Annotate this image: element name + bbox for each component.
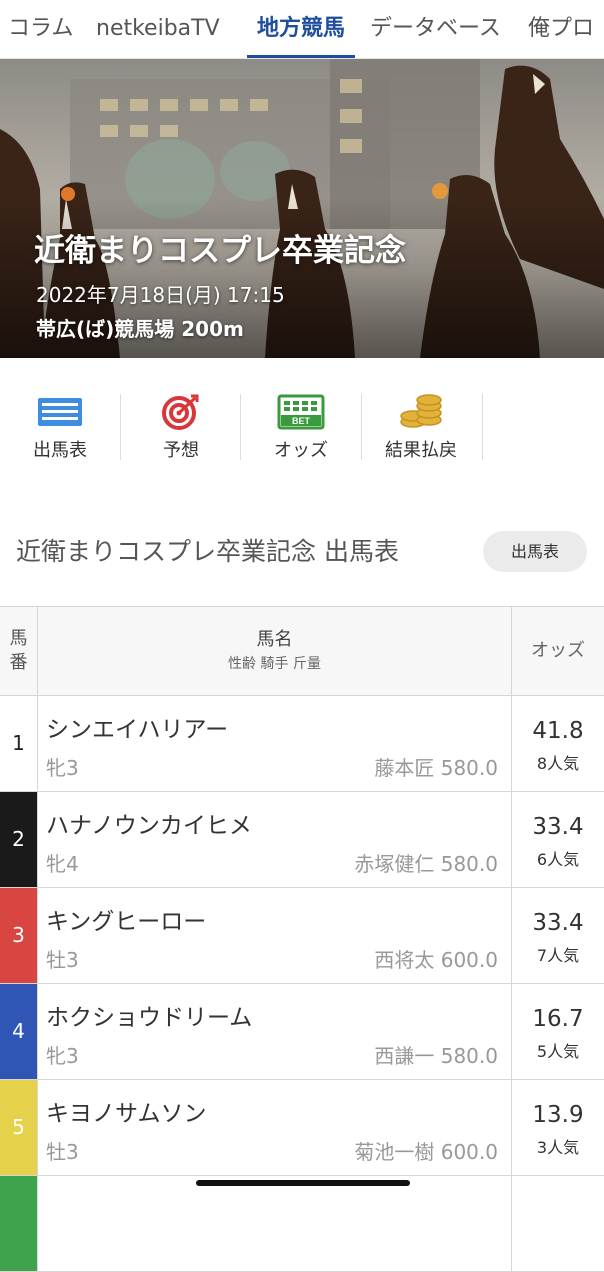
menu-prediction-label: 予想 [163,440,199,461]
table-row[interactable]: 2 ハナノウンカイヒメ牝4 赤塚健仁 580.0 33.4 6人気 [0,792,604,888]
table-header: 馬 番 馬名 性齢 騎手 斤量 オッズ [0,607,604,696]
odds-value: 33.4 [532,910,584,936]
horse-number: 4 [0,984,38,1079]
tab-ore-pro[interactable]: 俺プロ [528,0,594,58]
header-number: 馬 番 [0,607,38,695]
horse-number: 2 [0,792,38,887]
menu-divider [482,394,483,460]
race-venue: 帯広(ば)競馬場 200m [36,317,244,341]
menu-odds[interactable]: BET オッズ [241,390,361,462]
jockey-weight: 藤本匠 580.0 [374,756,498,780]
tab-netkeiba-tv[interactable]: netkeibaTV [96,0,220,58]
horse-name[interactable]: キングヒーロー [46,902,206,936]
jockey-weight: 西将太 600.0 [374,948,498,972]
popularity-rank: 6人気 [536,850,580,869]
popularity-rank: 7人気 [536,946,580,965]
header-number-top: 馬 [9,628,28,649]
odds-value: 13.9 [532,1102,584,1128]
tab-column[interactable]: コラム [8,0,73,58]
entry-table-icon [38,398,82,426]
table-row[interactable]: 4 ホクショウドリーム牝3 西謙一 580.0 16.7 5人気 [0,984,604,1080]
horse-name[interactable]: ハナノウンカイヒメ [46,806,252,840]
jockey-weight: 西謙一 580.0 [374,1044,498,1068]
table-row[interactable] [0,1176,604,1272]
header-odds: オッズ [531,640,585,661]
header-horse-sub: 性齢 騎手 斤量 [228,656,321,672]
home-indicator [196,1180,410,1186]
odds-value: 41.8 [532,718,584,744]
horse-sex-age: 牝4 [46,852,79,876]
popularity-rank: 8人気 [536,754,580,773]
svg-text:BET: BET [292,416,311,426]
column-divider [511,1176,512,1271]
coins-icon [400,394,442,428]
header-horse-name: 馬名 [256,629,293,650]
menu-entry-table-label: 出馬表 [33,440,87,461]
header-horse: 馬名 性齢 騎手 斤量 [38,607,512,695]
horse-number [0,1176,38,1271]
race-datetime: 2022年7月18日(月) 17:15 [36,283,285,307]
menu-odds-label: オッズ [274,440,328,461]
horse-number: 5 [0,1080,38,1175]
popularity-rank: 3人気 [536,1138,580,1157]
menu-results-label: 結果払戻 [385,440,457,461]
tab-local-racing[interactable]: 地方競馬 [246,0,356,58]
menu-prediction[interactable]: 予想 [121,390,241,462]
odds-value: 16.7 [532,1006,584,1032]
race-hero-banner: 近衛まりコスプレ卒業記念 2022年7月18日(月) 17:15 帯広(ば)競馬… [0,59,604,358]
entry-table: 馬 番 馬名 性齢 騎手 斤量 オッズ 1 シンエイハリアー牝3 藤本匠 580.0… [0,606,604,1272]
entry-table-button[interactable]: 出馬表 [483,531,587,572]
menu-results[interactable]: 結果払戻 [361,390,481,462]
bet-icon: BET [277,394,325,430]
horse-number: 1 [0,696,38,791]
race-menu: 出馬表 予想 BET オッズ 結果払戻 [0,390,604,462]
target-icon [162,394,199,430]
horse-number: 3 [0,888,38,983]
jockey-weight: 赤塚健仁 580.0 [354,852,498,876]
popularity-rank: 5人気 [536,1042,580,1061]
horse-sex-age: 牝3 [46,1044,79,1068]
horse-name[interactable]: ホクショウドリーム [46,998,252,1032]
horse-sex-age: 牝3 [46,756,79,780]
section-title: 近衛まりコスプレ卒業記念 出馬表 [16,537,399,566]
odds-value: 33.4 [532,814,584,840]
horse-sex-age: 牡3 [46,1140,79,1164]
jockey-weight: 菊池一樹 600.0 [354,1140,498,1164]
race-title: 近衛まりコスプレ卒業記念 [34,233,406,269]
menu-entry-table[interactable]: 出馬表 [0,390,120,462]
table-row[interactable]: 3 キングヒーロー牡3 西将太 600.0 33.4 7人気 [0,888,604,984]
tab-database[interactable]: データベース [370,0,501,58]
horse-name[interactable]: キヨノサムソン [46,1094,207,1128]
horse-name[interactable]: シンエイハリアー [46,710,228,744]
table-row[interactable]: 5 キヨノサムソン牡3 菊池一樹 600.0 13.9 3人気 [0,1080,604,1176]
top-nav: コラム netkeibaTV 地方競馬 データベース 俺プロ [0,0,604,59]
header-number-bottom: 番 [9,652,28,673]
table-row[interactable]: 1 シンエイハリアー牝3 藤本匠 580.0 41.8 8人気 [0,696,604,792]
horse-sex-age: 牡3 [46,948,79,972]
